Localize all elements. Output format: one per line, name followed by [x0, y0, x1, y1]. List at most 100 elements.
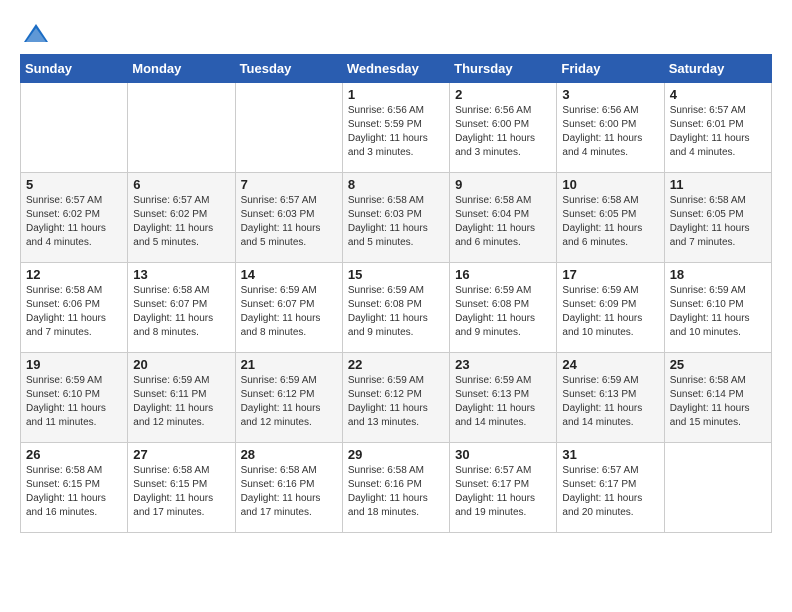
day-number: 21: [241, 357, 337, 372]
day-info: Sunrise: 6:58 AM Sunset: 6:06 PM Dayligh…: [26, 284, 122, 340]
day-info: Sunrise: 6:58 AM Sunset: 6:05 PM Dayligh…: [670, 194, 766, 250]
day-info: Sunrise: 6:58 AM Sunset: 6:03 PM Dayligh…: [348, 194, 444, 250]
day-number: 23: [455, 357, 551, 372]
calendar-cell: 7 Sunrise: 6:57 AM Sunset: 6:03 PM Daylig…: [235, 173, 342, 263]
calendar-header-sunday: Sunday: [21, 55, 128, 83]
day-number: 4: [670, 87, 766, 102]
calendar-cell: 1 Sunrise: 6:56 AM Sunset: 5:59 PM Daylig…: [342, 83, 449, 173]
calendar-cell: 4 Sunrise: 6:57 AM Sunset: 6:01 PM Daylig…: [664, 83, 771, 173]
calendar-cell: 20 Sunrise: 6:59 AM Sunset: 6:11 PM Dayli…: [128, 353, 235, 443]
day-number: 17: [562, 267, 658, 282]
calendar-cell: 13 Sunrise: 6:58 AM Sunset: 6:07 PM Dayli…: [128, 263, 235, 353]
day-info: Sunrise: 6:58 AM Sunset: 6:15 PM Dayligh…: [26, 464, 122, 520]
day-number: 1: [348, 87, 444, 102]
day-number: 7: [241, 177, 337, 192]
calendar-cell: 11 Sunrise: 6:58 AM Sunset: 6:05 PM Dayli…: [664, 173, 771, 263]
day-number: 30: [455, 447, 551, 462]
day-info: Sunrise: 6:57 AM Sunset: 6:17 PM Dayligh…: [562, 464, 658, 520]
calendar-header-wednesday: Wednesday: [342, 55, 449, 83]
day-number: 6: [133, 177, 229, 192]
day-info: Sunrise: 6:58 AM Sunset: 6:05 PM Dayligh…: [562, 194, 658, 250]
day-number: 27: [133, 447, 229, 462]
day-info: Sunrise: 6:58 AM Sunset: 6:07 PM Dayligh…: [133, 284, 229, 340]
calendar-header-thursday: Thursday: [450, 55, 557, 83]
calendar-cell: 8 Sunrise: 6:58 AM Sunset: 6:03 PM Daylig…: [342, 173, 449, 263]
day-number: 3: [562, 87, 658, 102]
calendar-cell: 12Sunrise: 6:58 AM Sunset: 6:06 PM Dayli…: [21, 263, 128, 353]
calendar-cell: 10 Sunrise: 6:58 AM Sunset: 6:05 PM Dayli…: [557, 173, 664, 263]
calendar-cell: [128, 83, 235, 173]
day-info: Sunrise: 6:56 AM Sunset: 5:59 PM Dayligh…: [348, 104, 444, 160]
calendar-cell: 5 Sunrise: 6:57 AM Sunset: 6:02 PM Daylig…: [21, 173, 128, 263]
day-number: 29: [348, 447, 444, 462]
calendar-cell: 18 Sunrise: 6:59 AM Sunset: 6:10 PM Dayli…: [664, 263, 771, 353]
calendar: SundayMondayTuesdayWednesdayThursdayFrid…: [20, 54, 772, 533]
day-number: 24: [562, 357, 658, 372]
day-number: 2: [455, 87, 551, 102]
day-number: 20: [133, 357, 229, 372]
day-number: 31: [562, 447, 658, 462]
calendar-cell: [235, 83, 342, 173]
calendar-cell: 19 Sunrise: 6:59 AM Sunset: 6:10 PM Dayli…: [21, 353, 128, 443]
day-number: 18: [670, 267, 766, 282]
day-info: Sunrise: 6:59 AM Sunset: 6:09 PM Dayligh…: [562, 284, 658, 340]
calendar-cell: 3 Sunrise: 6:56 AM Sunset: 6:00 PM Daylig…: [557, 83, 664, 173]
day-number: 9: [455, 177, 551, 192]
day-info: Sunrise: 6:59 AM Sunset: 6:13 PM Dayligh…: [562, 374, 658, 430]
day-number: 5: [26, 177, 122, 192]
day-number: 26: [26, 447, 122, 462]
day-number: 28: [241, 447, 337, 462]
calendar-week-4: 19 Sunrise: 6:59 AM Sunset: 6:10 PM Dayli…: [21, 353, 772, 443]
day-info: Sunrise: 6:58 AM Sunset: 6:15 PM Dayligh…: [133, 464, 229, 520]
day-number: 10: [562, 177, 658, 192]
day-info: Sunrise: 6:59 AM Sunset: 6:12 PM Dayligh…: [348, 374, 444, 430]
day-number: 22: [348, 357, 444, 372]
calendar-cell: 17 Sunrise: 6:59 AM Sunset: 6:09 PM Dayli…: [557, 263, 664, 353]
day-info: Sunrise: 6:58 AM Sunset: 6:16 PM Dayligh…: [241, 464, 337, 520]
day-number: 11: [670, 177, 766, 192]
calendar-cell: [21, 83, 128, 173]
day-number: 16: [455, 267, 551, 282]
calendar-cell: 31 Sunrise: 6:57 AM Sunset: 6:17 PM Dayli…: [557, 443, 664, 533]
calendar-cell: 15Sunrise: 6:59 AM Sunset: 6:08 PM Dayli…: [342, 263, 449, 353]
day-info: Sunrise: 6:57 AM Sunset: 6:02 PM Dayligh…: [133, 194, 229, 250]
calendar-week-5: 26 Sunrise: 6:58 AM Sunset: 6:15 PM Dayli…: [21, 443, 772, 533]
calendar-cell: 6 Sunrise: 6:57 AM Sunset: 6:02 PM Daylig…: [128, 173, 235, 263]
day-number: 13: [133, 267, 229, 282]
day-info: Sunrise: 6:59 AM Sunset: 6:12 PM Dayligh…: [241, 374, 337, 430]
calendar-cell: 9 Sunrise: 6:58 AM Sunset: 6:04 PM Daylig…: [450, 173, 557, 263]
day-info: Sunrise: 6:56 AM Sunset: 6:00 PM Dayligh…: [455, 104, 551, 160]
day-number: 15: [348, 267, 444, 282]
day-info: Sunrise: 6:58 AM Sunset: 6:14 PM Dayligh…: [670, 374, 766, 430]
calendar-week-1: 1 Sunrise: 6:56 AM Sunset: 5:59 PM Daylig…: [21, 83, 772, 173]
day-number: 25: [670, 357, 766, 372]
day-info: Sunrise: 6:59 AM Sunset: 6:08 PM Dayligh…: [455, 284, 551, 340]
calendar-cell: 14Sunrise: 6:59 AM Sunset: 6:07 PM Dayli…: [235, 263, 342, 353]
day-info: Sunrise: 6:59 AM Sunset: 6:10 PM Dayligh…: [26, 374, 122, 430]
day-info: Sunrise: 6:57 AM Sunset: 6:17 PM Dayligh…: [455, 464, 551, 520]
day-number: 8: [348, 177, 444, 192]
calendar-cell: 28 Sunrise: 6:58 AM Sunset: 6:16 PM Dayli…: [235, 443, 342, 533]
page-header: [20, 20, 772, 44]
day-info: Sunrise: 6:56 AM Sunset: 6:00 PM Dayligh…: [562, 104, 658, 160]
calendar-cell: 23 Sunrise: 6:59 AM Sunset: 6:13 PM Dayli…: [450, 353, 557, 443]
day-info: Sunrise: 6:58 AM Sunset: 6:16 PM Dayligh…: [348, 464, 444, 520]
day-number: 19: [26, 357, 122, 372]
day-info: Sunrise: 6:57 AM Sunset: 6:02 PM Dayligh…: [26, 194, 122, 250]
day-info: Sunrise: 6:59 AM Sunset: 6:10 PM Dayligh…: [670, 284, 766, 340]
calendar-header-monday: Monday: [128, 55, 235, 83]
calendar-cell: 27 Sunrise: 6:58 AM Sunset: 6:15 PM Dayli…: [128, 443, 235, 533]
day-info: Sunrise: 6:59 AM Sunset: 6:13 PM Dayligh…: [455, 374, 551, 430]
calendar-cell: 26 Sunrise: 6:58 AM Sunset: 6:15 PM Dayli…: [21, 443, 128, 533]
calendar-cell: 29 Sunrise: 6:58 AM Sunset: 6:16 PM Dayli…: [342, 443, 449, 533]
calendar-header-tuesday: Tuesday: [235, 55, 342, 83]
day-info: Sunrise: 6:58 AM Sunset: 6:04 PM Dayligh…: [455, 194, 551, 250]
calendar-header-row: SundayMondayTuesdayWednesdayThursdayFrid…: [21, 55, 772, 83]
calendar-cell: 2 Sunrise: 6:56 AM Sunset: 6:00 PM Daylig…: [450, 83, 557, 173]
day-info: Sunrise: 6:57 AM Sunset: 6:01 PM Dayligh…: [670, 104, 766, 160]
calendar-cell: 24 Sunrise: 6:59 AM Sunset: 6:13 PM Dayli…: [557, 353, 664, 443]
calendar-cell: 22 Sunrise: 6:59 AM Sunset: 6:12 PM Dayli…: [342, 353, 449, 443]
calendar-cell: [664, 443, 771, 533]
day-info: Sunrise: 6:59 AM Sunset: 6:11 PM Dayligh…: [133, 374, 229, 430]
day-info: Sunrise: 6:57 AM Sunset: 6:03 PM Dayligh…: [241, 194, 337, 250]
